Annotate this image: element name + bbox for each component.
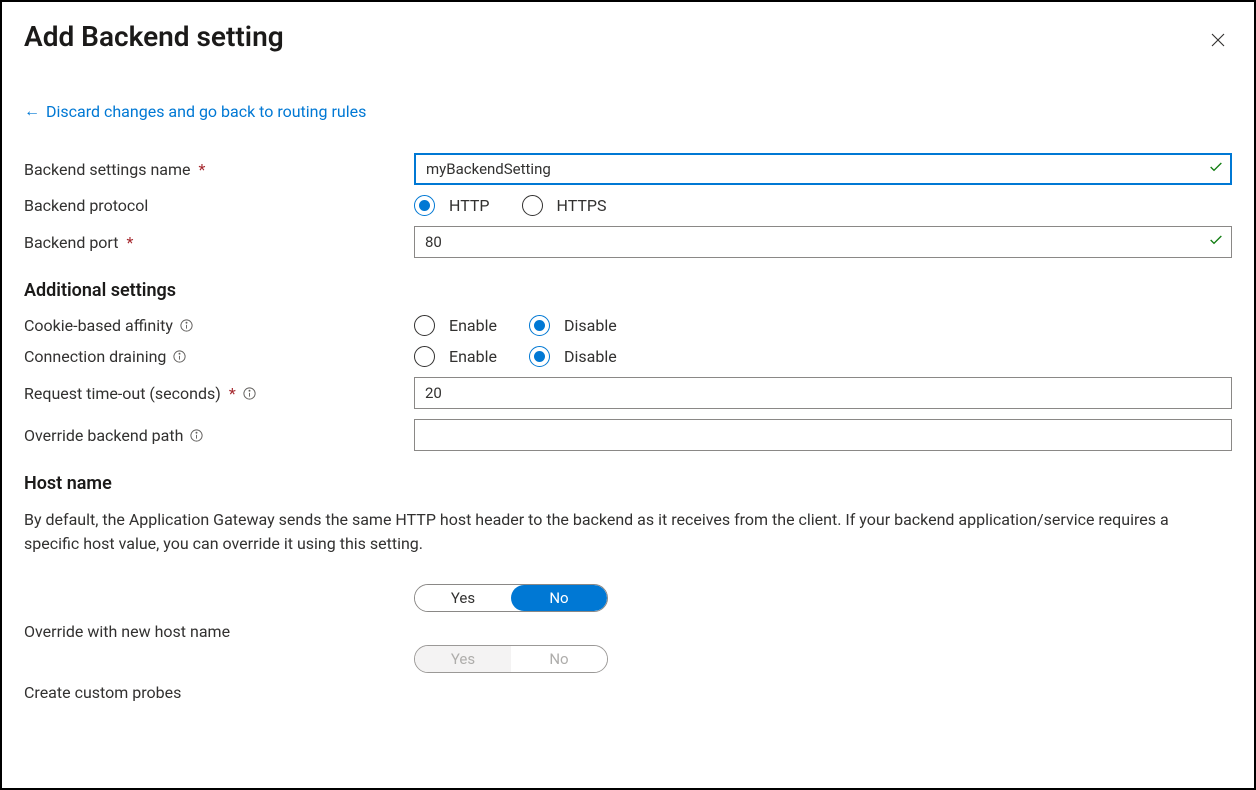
host-name-description: By default, the Application Gateway send… xyxy=(24,508,1224,556)
radio-label-https: HTTPS xyxy=(557,196,607,215)
backend-settings-name-input[interactable] xyxy=(414,153,1232,185)
required-marker: * xyxy=(229,384,236,403)
check-icon xyxy=(1208,159,1224,179)
row-backend-settings-name: Backend settings name* xyxy=(24,153,1232,185)
row-override-backend-path: Override backend path xyxy=(24,419,1232,451)
row-backend-port: Backend port* xyxy=(24,226,1232,258)
heading-host-name: Host name xyxy=(24,473,1232,494)
row-hostname-toggle-top: Yes No xyxy=(24,584,1232,612)
label-connection-draining: Connection draining xyxy=(24,347,414,366)
info-icon[interactable] xyxy=(172,349,187,364)
toggle-override-yes[interactable]: Yes xyxy=(415,585,511,611)
label-request-timeout: Request time-out (seconds)* xyxy=(24,384,414,403)
toggle-override-no[interactable]: No xyxy=(511,585,607,611)
label-backend-port: Backend port* xyxy=(24,233,414,252)
toggle-override-hostname: Yes No xyxy=(414,584,608,612)
radio-label-drain-disable: Disable xyxy=(564,347,617,366)
required-marker: * xyxy=(126,233,133,252)
label-cookie-affinity: Cookie-based affinity xyxy=(24,316,414,335)
radio-protocol-http[interactable] xyxy=(414,195,435,216)
row-backend-protocol: Backend protocol HTTP HTTPS xyxy=(24,195,1232,216)
close-icon xyxy=(1209,31,1227,49)
label-override-hostname: Override with new host name xyxy=(24,622,414,641)
heading-additional-settings: Additional settings xyxy=(24,280,1232,301)
radio-label-http: HTTP xyxy=(449,196,490,215)
panel-title: Add Backend setting xyxy=(24,20,284,53)
required-marker: * xyxy=(199,160,206,179)
discard-back-link[interactable]: ← Discard changes and go back to routing… xyxy=(24,101,366,121)
row-cookie-affinity: Cookie-based affinity Enable Disable xyxy=(24,315,1232,336)
label-backend-settings-name: Backend settings name* xyxy=(24,160,414,179)
label-custom-probes: Create custom probes xyxy=(24,683,414,702)
row-custom-probes-toggle: Yes No xyxy=(24,645,1232,673)
radio-label-cookie-disable: Disable xyxy=(564,316,617,335)
radio-label-drain-enable: Enable xyxy=(449,347,497,366)
arrow-left-icon: ← xyxy=(24,101,40,121)
override-backend-path-input[interactable] xyxy=(414,419,1232,451)
radio-cookie-enable[interactable] xyxy=(414,315,435,336)
backend-port-input[interactable] xyxy=(414,226,1232,258)
radio-drain-enable[interactable] xyxy=(414,346,435,367)
panel-header: Add Backend setting xyxy=(24,20,1232,101)
row-override-hostname-label: Override with new host name xyxy=(24,622,1232,641)
info-icon[interactable] xyxy=(242,386,257,401)
radio-label-cookie-enable: Enable xyxy=(449,316,497,335)
info-icon[interactable] xyxy=(179,318,194,333)
row-request-timeout: Request time-out (seconds)* xyxy=(24,377,1232,409)
radio-cookie-disable[interactable] xyxy=(529,315,550,336)
check-icon xyxy=(1208,232,1224,252)
row-connection-draining: Connection draining Enable Disable xyxy=(24,346,1232,367)
close-button[interactable] xyxy=(1202,24,1234,56)
info-icon[interactable] xyxy=(189,428,204,443)
back-link-label: Discard changes and go back to routing r… xyxy=(46,102,366,121)
row-custom-probes-label: Create custom probes xyxy=(24,683,1232,702)
toggle-probes-yes: Yes xyxy=(415,646,511,672)
toggle-custom-probes: Yes No xyxy=(414,645,608,673)
radio-protocol-https[interactable] xyxy=(522,195,543,216)
radio-drain-disable[interactable] xyxy=(529,346,550,367)
request-timeout-input[interactable] xyxy=(414,377,1232,409)
label-backend-protocol: Backend protocol xyxy=(24,196,414,215)
label-override-backend-path: Override backend path xyxy=(24,426,414,445)
toggle-probes-no: No xyxy=(511,646,607,672)
add-backend-setting-panel: Add Backend setting ← Discard changes an… xyxy=(0,0,1256,790)
